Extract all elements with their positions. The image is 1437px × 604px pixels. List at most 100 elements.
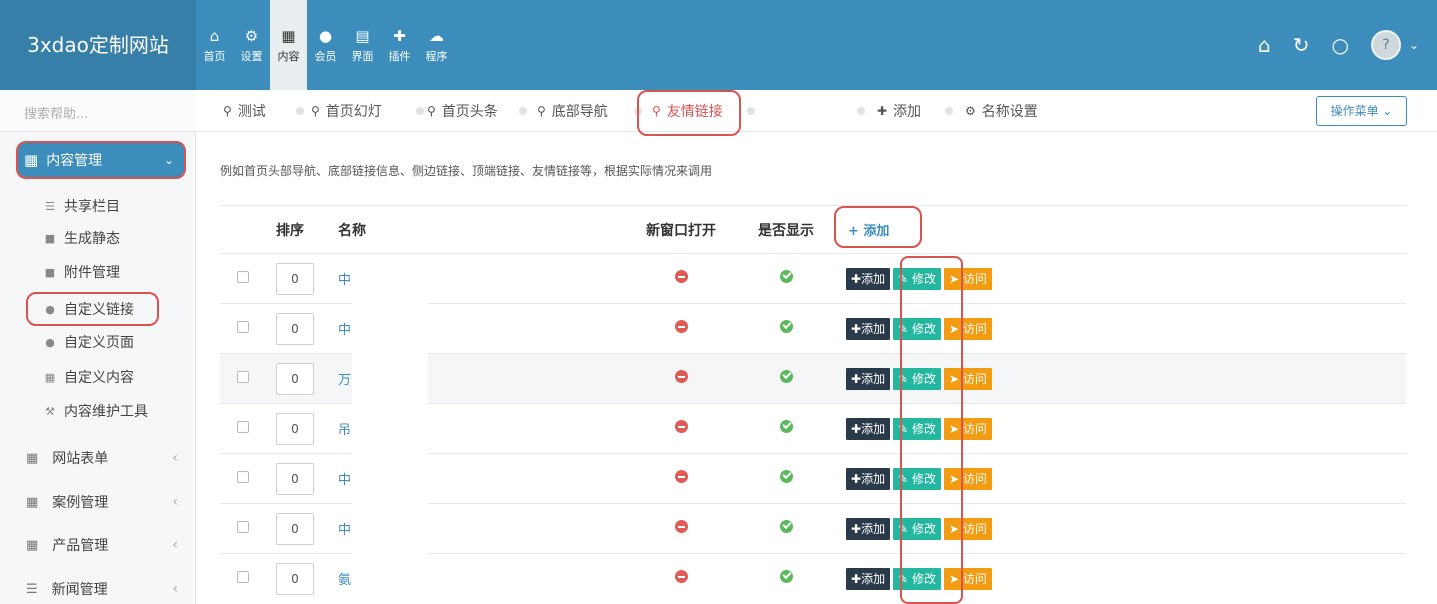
operation-menu-button[interactable]: 操作菜单 ⌄ — [1316, 96, 1407, 126]
row-visit-label: 访问 — [962, 271, 987, 286]
row-add-button[interactable]: ✚添加 — [846, 517, 891, 540]
row-add-button[interactable]: ✚添加 — [846, 467, 891, 490]
link-name[interactable]: 中 — [328, 323, 351, 338]
order-cell: 0 — [266, 453, 328, 504]
link-name[interactable]: 氨 — [328, 573, 351, 588]
refresh-icon[interactable]: ↻ — [1293, 33, 1310, 57]
nav-home[interactable]: ⌂ 首页 — [196, 0, 233, 90]
sidebar-item-label: 自定义页面 — [64, 335, 134, 351]
sidebar-item-maintenance-tools[interactable]: ⚒ 内容维护工具 — [44, 399, 148, 423]
top-right-tools: ⌂ ↻ ○ ? ⌄ — [1258, 0, 1419, 90]
tab-home-slides[interactable]: ⚲ 首页幻灯 — [311, 101, 382, 121]
separator-dot — [416, 107, 424, 115]
row-add-button[interactable]: ✚添加 — [846, 367, 891, 390]
row-checkbox[interactable] — [237, 570, 249, 583]
check-circle-icon[interactable] — [779, 370, 793, 383]
home-icon[interactable]: ⌂ — [1258, 33, 1271, 57]
sidebar-item-attachments[interactable]: ■ 附件管理 — [44, 260, 120, 284]
link-name[interactable]: 中 — [328, 473, 351, 488]
row-checkbox[interactable] — [237, 470, 249, 483]
show-cell — [736, 553, 836, 604]
tab-name-settings[interactable]: ⚙ 名称设置 — [965, 101, 1038, 121]
row-checkbox[interactable] — [237, 270, 249, 283]
tab-footer-nav[interactable]: ⚲ 底部导航 — [537, 101, 608, 121]
circle-icon: ● — [45, 335, 55, 349]
chevron-down-icon[interactable]: ⌄ — [1409, 38, 1419, 52]
order-input[interactable]: 0 — [276, 362, 314, 395]
show-cell — [736, 503, 836, 554]
search-input[interactable]: 搜索帮助... — [0, 90, 196, 132]
show-cell — [736, 353, 836, 404]
brand-logo[interactable]: 3xdao定制网站 — [0, 0, 196, 90]
row-checkbox[interactable] — [237, 420, 249, 433]
sidebar-item-custom-pages[interactable]: ● 自定义页面 — [44, 330, 134, 354]
nav-settings[interactable]: ⚙ 设置 — [233, 0, 270, 90]
row-checkbox[interactable] — [237, 320, 249, 333]
row-add-button[interactable]: ✚添加 — [846, 567, 891, 590]
row-add-button[interactable]: ✚添加 — [846, 267, 891, 290]
sidebar-item-shared-columns[interactable]: ☰ 共享栏目 — [44, 194, 120, 218]
row-checkbox[interactable] — [237, 370, 249, 383]
grid-icon: ▦ — [24, 151, 39, 169]
power-icon[interactable]: ○ — [1331, 33, 1348, 57]
sidebar-group-forms[interactable]: ▦ 网站表单 ‹ — [26, 446, 186, 470]
home-icon: ⌂ — [209, 26, 220, 45]
table-icon: ▦ — [26, 537, 39, 553]
order-input[interactable]: 0 — [276, 312, 314, 345]
order-cell: 0 — [266, 403, 328, 454]
minus-circle-icon[interactable] — [674, 420, 688, 433]
sidebar-item-custom-links[interactable]: ● 自定义链接 — [44, 297, 134, 321]
row-add-label: 添加 — [861, 371, 886, 386]
row-add-button[interactable]: ✚添加 — [846, 417, 891, 440]
sidebar-item-generate-static[interactable]: ■ 生成静态 — [44, 226, 120, 250]
order-input[interactable]: 0 — [276, 262, 314, 295]
check-circle-icon[interactable] — [779, 570, 793, 584]
sidebar-group-news[interactable]: ☰ 新闻管理 ‹ — [26, 577, 186, 601]
minus-circle-icon[interactable] — [674, 320, 688, 333]
tab-test[interactable]: ⚲ 测试 — [223, 101, 266, 121]
header-select — [220, 205, 266, 254]
order-cell: 0 — [266, 253, 328, 304]
avatar[interactable]: ? — [1370, 30, 1401, 60]
check-circle-icon[interactable] — [779, 320, 793, 333]
minus-circle-icon[interactable] — [674, 520, 688, 533]
row-checkbox[interactable] — [237, 520, 249, 533]
sidebar-item-custom-content[interactable]: ▦ 自定义内容 — [44, 365, 134, 389]
row-add-button[interactable]: ✚添加 — [846, 317, 891, 340]
tab-friend-links[interactable]: ⚲ 友情链接 — [652, 101, 723, 121]
order-input[interactable]: 0 — [276, 412, 314, 445]
sidebar-section-content[interactable]: ▦ 内容管理 ⌄ — [16, 141, 186, 179]
order-input[interactable]: 0 — [276, 462, 314, 495]
tab-label: 友情链接 — [666, 104, 723, 120]
nav-members[interactable]: ● 会员 — [307, 0, 344, 90]
sidebar-group-cases[interactable]: ▦ 案例管理 ‹ — [26, 490, 186, 514]
link-name[interactable]: 中 — [328, 523, 351, 538]
link-name[interactable]: 万 — [328, 373, 351, 388]
minus-circle-icon[interactable] — [674, 570, 688, 584]
minus-circle-icon[interactable] — [674, 470, 688, 483]
row-add-label: 添加 — [861, 521, 886, 536]
show-cell — [736, 303, 836, 354]
check-circle-icon[interactable] — [779, 470, 793, 483]
link-name[interactable]: 中 — [328, 273, 351, 288]
minus-circle-icon[interactable] — [674, 270, 688, 283]
order-input[interactable]: 0 — [276, 562, 314, 595]
tab-home-headlines[interactable]: ⚲ 首页头条 — [427, 101, 498, 121]
order-input[interactable]: 0 — [276, 512, 314, 545]
nav-program[interactable]: ☁ 程序 — [418, 0, 455, 90]
minus-circle-icon[interactable] — [674, 370, 688, 383]
new-window-cell — [626, 553, 736, 604]
header-order: 排序 — [266, 205, 328, 254]
plus-icon: ✚ — [877, 104, 888, 118]
tab-add[interactable]: ✚ 添加 — [877, 101, 921, 121]
sidebar-group-products[interactable]: ▦ 产品管理 ‹ — [26, 533, 186, 557]
show-cell — [736, 253, 836, 304]
nav-interface[interactable]: ▤ 界面 — [344, 0, 381, 90]
check-circle-icon[interactable] — [779, 520, 793, 533]
link-name[interactable]: 吊 — [328, 423, 351, 438]
check-circle-icon[interactable] — [779, 270, 793, 283]
highlight-box — [834, 206, 922, 248]
check-circle-icon[interactable] — [779, 420, 793, 433]
nav-content[interactable]: ▦ 内容 — [270, 0, 307, 90]
nav-plugins[interactable]: ✚ 插件 — [381, 0, 418, 90]
